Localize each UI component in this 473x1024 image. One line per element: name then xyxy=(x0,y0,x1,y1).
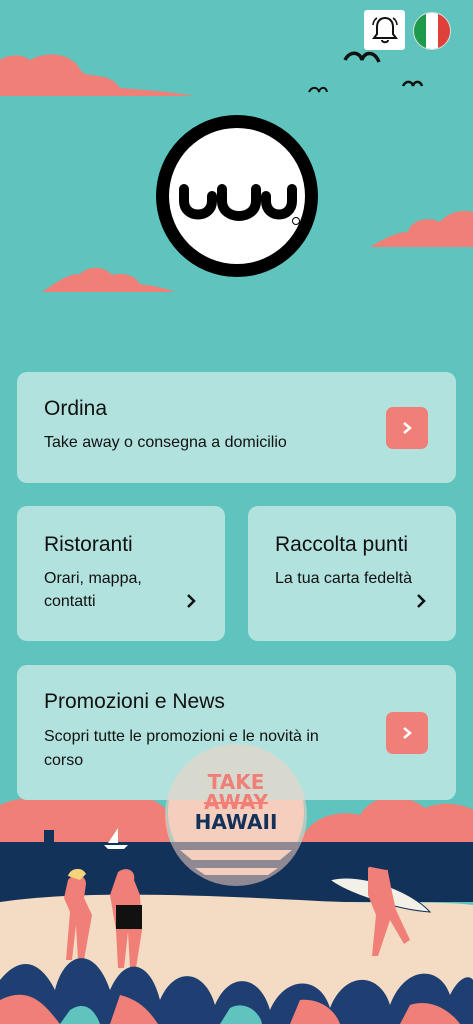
card-subtitle-line2: corso xyxy=(44,752,84,769)
chevron-right-icon xyxy=(403,422,412,434)
chevron-right-icon xyxy=(417,594,426,608)
card-subtitle: Take away o consegna a domicilio xyxy=(44,434,287,451)
card-subtitle-line1: Orari, mappa, xyxy=(44,570,142,587)
card-title: Ordina xyxy=(44,397,108,420)
card-title: Raccolta punti xyxy=(275,533,409,556)
card-title: Ristoranti xyxy=(44,533,133,556)
notifications-button[interactable] xyxy=(364,10,405,50)
logo-line-hawaii: HAWAII xyxy=(194,810,278,834)
bird-2 xyxy=(308,86,328,93)
chevron-right-icon xyxy=(187,594,196,608)
cloud-mid-left xyxy=(42,267,175,292)
promotions-arrow-button[interactable] xyxy=(386,712,428,754)
loyalty-card[interactable]: Raccolta punti La tua carta fedeltà xyxy=(248,506,456,641)
card-subtitle-line1: Scopri tutte le promozioni e le novità i… xyxy=(44,728,319,745)
restaurants-card[interactable]: Ristoranti Orari, mappa, contatti xyxy=(17,506,225,641)
card-subtitle-line2: contatti xyxy=(44,593,96,610)
bird-1 xyxy=(343,51,381,63)
brand-logo xyxy=(156,115,318,277)
cloud-right xyxy=(370,210,473,247)
horizon-clouds-right xyxy=(300,797,473,842)
order-arrow-button[interactable] xyxy=(386,407,428,449)
language-button[interactable] xyxy=(413,12,451,50)
take-away-hawaii-logo: TAKE AWAY HAWAII xyxy=(165,744,307,886)
card-subtitle: La tua carta fedeltà xyxy=(275,570,412,587)
cloud-top-left xyxy=(0,54,195,96)
bell-icon xyxy=(371,16,398,44)
brand-logo-icon xyxy=(169,128,305,264)
chevron-right-icon xyxy=(403,727,412,739)
bird-3 xyxy=(401,80,424,87)
card-title: Promozioni e News xyxy=(44,690,225,713)
order-card[interactable]: Ordina Take away o consegna a domicilio xyxy=(17,372,456,483)
